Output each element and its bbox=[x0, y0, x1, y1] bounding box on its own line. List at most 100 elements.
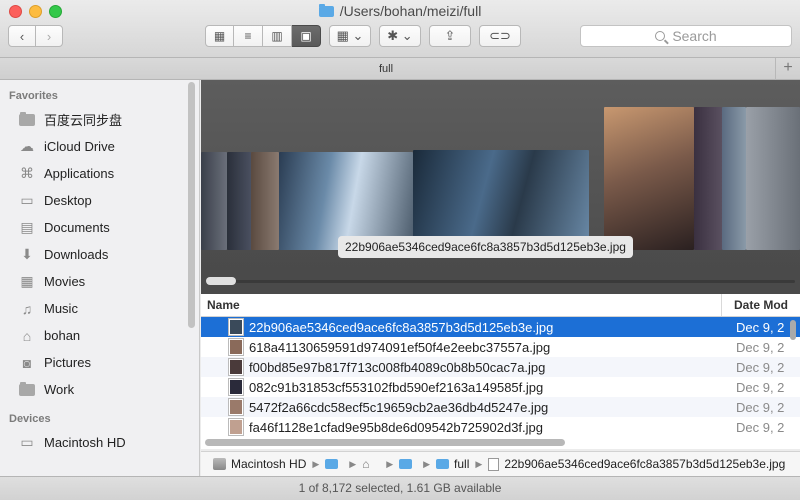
cover-flow[interactable]: 22b906ae5346ced9ace6fc8a3857b3d5d125eb3e… bbox=[201, 80, 800, 294]
image-file-icon bbox=[229, 379, 243, 395]
cover-flow-slider-knob[interactable] bbox=[206, 277, 236, 285]
list-view-button[interactable]: ≡ bbox=[234, 25, 263, 47]
path-item-meizi[interactable] bbox=[399, 459, 417, 469]
sidebar-item-macintosh-hd[interactable]: ▭ Macintosh HD bbox=[0, 429, 199, 456]
share-button[interactable]: ⇪ bbox=[429, 25, 471, 47]
finder-window: /Users/bohan/meizi/full ‹ › ▦ ≡ ▥ ▣ ▦ ⌄ … bbox=[0, 0, 800, 500]
path-item-file[interactable]: 22b906ae5346ced9ace6fc8a3857b3d5d125eb3e… bbox=[488, 457, 785, 471]
folder-icon bbox=[325, 459, 339, 469]
file-date: Dec 9, 2 bbox=[736, 399, 785, 415]
path-item-label: 22b906ae5346ced9ace6fc8a3857b3d5d125eb3e… bbox=[504, 457, 786, 471]
cover-flow-view-button[interactable]: ▣ bbox=[292, 25, 321, 47]
sidebar-item-label: Macintosh HD bbox=[44, 435, 126, 450]
cover-flow-caption: 22b906ae5346ced9ace6fc8a3857b3d5d125eb3e… bbox=[338, 236, 633, 258]
share-icon: ⇪ bbox=[444, 28, 456, 43]
path-separator-icon: ▶ bbox=[349, 458, 357, 469]
icon-view-icon: ▦ bbox=[213, 29, 226, 43]
cover-image[interactable] bbox=[251, 152, 279, 250]
sidebar-scrollbar[interactable] bbox=[188, 82, 195, 328]
file-name: 082c91b31853cf553102fbd590ef2163a149585f… bbox=[249, 379, 544, 395]
window-title: /Users/bohan/meizi/full bbox=[0, 3, 800, 19]
cover-flow-slider-track[interactable] bbox=[206, 280, 795, 283]
sidebar-item-desktop[interactable]: ▭ Desktop bbox=[0, 187, 199, 214]
path-item-users[interactable] bbox=[325, 459, 343, 469]
sidebar-item-applications[interactable]: ⌘ Applications bbox=[0, 160, 199, 187]
cover-flow-icon: ▣ bbox=[300, 29, 312, 43]
list-vertical-scrollbar[interactable] bbox=[790, 320, 796, 340]
column-header-name[interactable]: Name bbox=[201, 294, 722, 316]
image-file-icon bbox=[229, 419, 243, 435]
file-date: Dec 9, 2 bbox=[736, 379, 785, 395]
tag-icon: ⊂⊃ bbox=[489, 28, 511, 43]
arrange-button[interactable]: ▦ ⌄ bbox=[329, 25, 371, 47]
pictures-icon: ◙ bbox=[22, 354, 32, 371]
sidebar-item-label: Desktop bbox=[44, 193, 92, 208]
sidebar-item-baidu[interactable]: 百度云同步盘 bbox=[0, 106, 199, 133]
cover-image[interactable] bbox=[227, 152, 251, 250]
desktop-icon: ▭ bbox=[20, 192, 34, 208]
tags-button[interactable]: ⊂⊃ bbox=[479, 25, 521, 47]
folder-icon bbox=[318, 4, 334, 17]
forward-button[interactable]: › bbox=[35, 25, 63, 47]
file-date: Dec 9, 2 bbox=[736, 359, 785, 375]
sidebar-item-label: Pictures bbox=[44, 355, 91, 370]
cover-image[interactable] bbox=[201, 152, 227, 250]
downloads-icon: ⬇ bbox=[21, 246, 33, 262]
table-row[interactable]: 082c91b31853cf553102fbd590ef2163a149585f… bbox=[201, 377, 800, 397]
path-item-home[interactable]: ⌂ bbox=[362, 456, 380, 471]
image-file-icon bbox=[229, 339, 243, 355]
table-row[interactable]: 618a41130659591d974091ef50f4e2eebc37557a… bbox=[201, 337, 800, 357]
sidebar-item-label: Music bbox=[44, 301, 78, 316]
table-row[interactable]: 5472f2a66cdc58ecf5c19659cb2ae36db4d5247e… bbox=[201, 397, 800, 417]
sidebar-item-work[interactable]: Work bbox=[0, 376, 199, 403]
file-date: Dec 9, 2 bbox=[736, 319, 785, 335]
path-item-label: full bbox=[454, 457, 470, 471]
table-row[interactable]: f00bd85e97b817f713c008fb4089c0b8b50cac7a… bbox=[201, 357, 800, 377]
column-header-date[interactable]: Date Mod bbox=[722, 294, 788, 316]
new-tab-button[interactable]: + bbox=[775, 58, 800, 80]
sidebar-item-documents[interactable]: ▤ Documents bbox=[0, 214, 199, 241]
cover-image[interactable] bbox=[722, 107, 746, 250]
path-item-macintosh-hd[interactable]: Macintosh HD bbox=[213, 457, 306, 471]
image-file-icon bbox=[229, 399, 243, 415]
sidebar-item-music[interactable]: ♫ Music bbox=[0, 295, 199, 322]
image-file-icon bbox=[488, 457, 500, 471]
chevron-left-icon: ‹ bbox=[19, 28, 25, 44]
window-title-text: /Users/bohan/meizi/full bbox=[339, 3, 482, 19]
column-view-button[interactable]: ▥ bbox=[263, 25, 292, 47]
sidebar-item-downloads[interactable]: ⬇ Downloads bbox=[0, 241, 199, 268]
back-button[interactable]: ‹ bbox=[8, 25, 36, 47]
action-button[interactable]: ✱ ⌄ bbox=[379, 25, 421, 47]
folder-icon bbox=[399, 459, 413, 469]
cover-image[interactable] bbox=[746, 107, 800, 250]
sidebar-item-movies[interactable]: ▦ Movies bbox=[0, 268, 199, 295]
list-horizontal-scrollbar[interactable] bbox=[205, 439, 565, 446]
path-separator-icon: ▶ bbox=[423, 458, 431, 469]
table-row[interactable]: 22b906ae5346ced9ace6fc8a3857b3d5d125eb3e… bbox=[201, 317, 800, 337]
file-date: Dec 9, 2 bbox=[736, 419, 785, 435]
home-icon: ⌂ bbox=[362, 456, 370, 471]
sidebar-item-label: Work bbox=[44, 382, 75, 397]
applications-icon: ⌘ bbox=[20, 165, 34, 181]
sidebar-item-icloud[interactable]: ☁ iCloud Drive bbox=[0, 133, 199, 160]
documents-icon: ▤ bbox=[20, 219, 34, 235]
sidebar-item-bohan[interactable]: ⌂ bohan bbox=[0, 322, 199, 349]
file-name: 618a41130659591d974091ef50f4e2eebc37557a… bbox=[249, 339, 551, 355]
folder-icon bbox=[18, 381, 36, 398]
arrange-icon: ▦ ⌄ bbox=[336, 28, 364, 43]
path-separator-icon: ▶ bbox=[386, 458, 394, 469]
cover-image[interactable] bbox=[694, 107, 722, 250]
gear-icon: ✱ ⌄ bbox=[387, 28, 413, 43]
sidebar-item-label: iCloud Drive bbox=[44, 139, 115, 154]
path-item-full[interactable]: full bbox=[436, 457, 469, 471]
search-field[interactable]: Search bbox=[580, 25, 792, 47]
status-bar: 1 of 8,172 selected, 1.61 GB available bbox=[0, 476, 800, 500]
image-file-icon bbox=[229, 359, 243, 375]
tab-full[interactable]: full bbox=[0, 58, 772, 80]
list-header: Name Date Mod bbox=[201, 294, 800, 317]
table-row[interactable]: fa46f1128e1cfad9e95b8de6d09542b725902d3f… bbox=[201, 417, 800, 437]
icon-view-button[interactable]: ▦ bbox=[205, 25, 234, 47]
cover-image[interactable] bbox=[604, 107, 694, 250]
file-list: Name Date Mod 22b906ae5346ced9ace6fc8a38… bbox=[201, 294, 800, 449]
sidebar-item-pictures[interactable]: ◙ Pictures bbox=[0, 349, 199, 376]
